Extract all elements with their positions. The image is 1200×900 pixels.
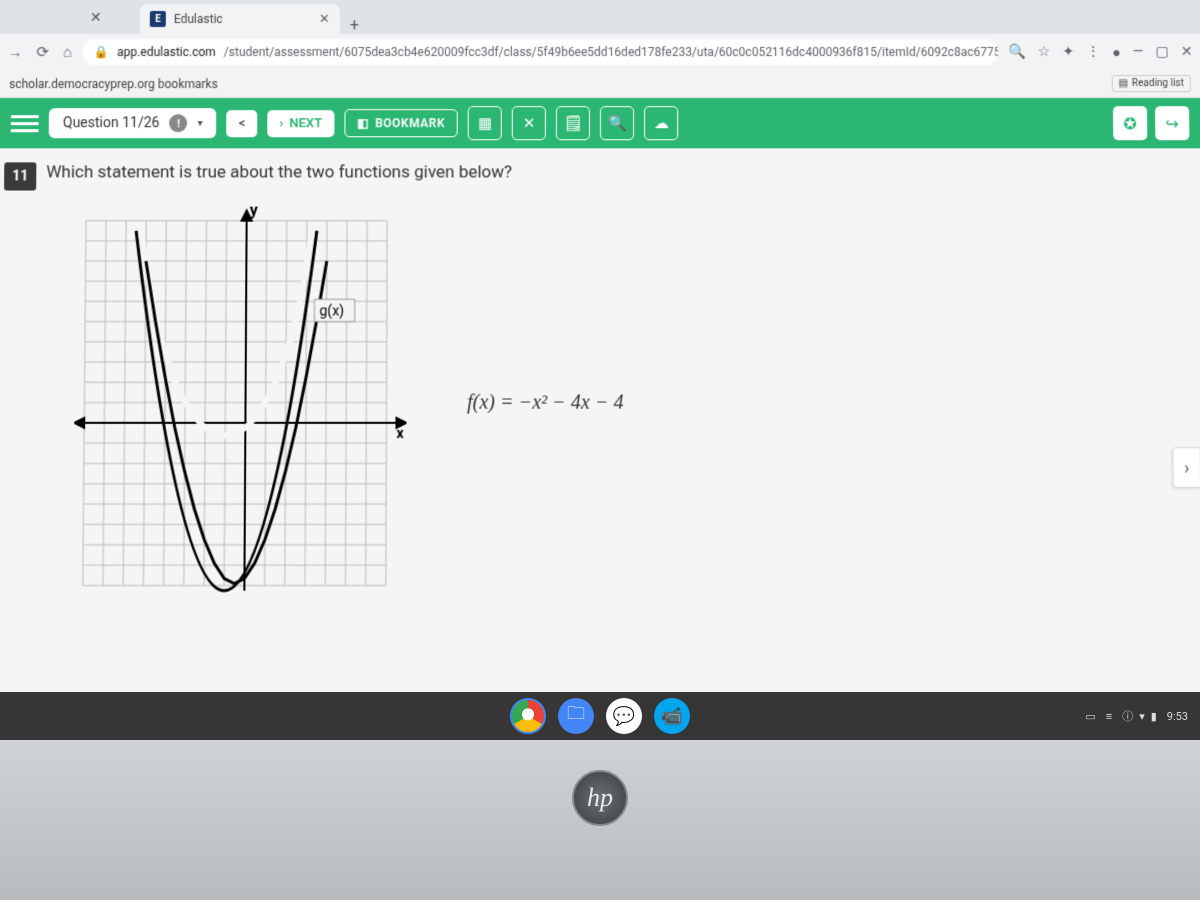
new-tab-button[interactable]: + xyxy=(340,15,369,34)
minimize-icon[interactable]: — xyxy=(1133,44,1144,60)
reload-icon[interactable]: ⟳ xyxy=(36,43,49,61)
profile-icon[interactable]: ● xyxy=(1112,44,1121,61)
close-tool-icon[interactable]: ✕ xyxy=(512,106,546,140)
reading-list-button[interactable]: ▤ Reading list xyxy=(1111,75,1191,92)
chevron-down-icon: ▾ xyxy=(198,118,203,129)
camera-app-icon[interactable]: 📹 xyxy=(654,698,690,734)
question-content: 11 Which statement is true about the two… xyxy=(0,148,1200,749)
keyboard-icon: ≡ xyxy=(1106,710,1112,723)
battery-icon: ▮ xyxy=(1151,710,1157,723)
list-icon: ▤ xyxy=(1118,78,1128,89)
browser-tab-active[interactable]: ✕ E Edulastic ✕ xyxy=(140,4,340,34)
close-window-icon[interactable]: ✕ xyxy=(1181,44,1193,60)
browser-tab-strip: ✕ E Edulastic ✕ + xyxy=(0,0,1200,34)
chevron-right-icon: › xyxy=(279,116,283,131)
reading-list-label: Reading list xyxy=(1132,78,1184,89)
chevron-right-icon: › xyxy=(1184,457,1190,478)
app-toolbar: Question 11/26 ! ▾ < › NEXT ◧ BOOKMARK ▦… xyxy=(0,98,1200,148)
menu-dots-icon[interactable]: ⋮ xyxy=(1086,44,1100,60)
lock-icon: 🔒 xyxy=(94,45,109,59)
maximize-icon[interactable]: ▢ xyxy=(1155,44,1168,60)
y-axis-label: y xyxy=(250,201,259,220)
star-icon[interactable]: ☆ xyxy=(1038,44,1051,60)
system-tray[interactable]: ▭ ≡ ⓘ ▾ ▮ 9:53 xyxy=(1085,708,1188,724)
url-path: /student/assessment/6075dea3cb4e620009fc… xyxy=(224,45,999,59)
menu-icon[interactable] xyxy=(11,109,39,137)
question-selector[interactable]: Question 11/26 ! ▾ xyxy=(49,108,217,138)
os-shelf: 🗀 💬 📹 ▭ ≡ ⓘ ▾ ▮ 9:53 xyxy=(0,692,1200,740)
zoom-icon[interactable]: 🔍 xyxy=(1008,44,1026,60)
home-icon[interactable]: ⌂ xyxy=(63,43,72,61)
calculator-icon[interactable]: 🗒 xyxy=(556,106,590,140)
bookmark-label: BOOKMARK xyxy=(375,116,445,130)
clock: 9:53 xyxy=(1167,710,1188,723)
address-bar: → ⟳ ⌂ 🔒 app.edulastic.com /student/asses… xyxy=(0,34,1200,70)
search-icon[interactable]: 🔍 xyxy=(600,106,634,140)
info-badge-icon: ! xyxy=(169,114,187,132)
question-label: Question 11/26 xyxy=(63,115,160,131)
graph-figure: y x g(x) xyxy=(72,201,407,606)
info-status-icon: ⓘ xyxy=(1122,708,1133,724)
bookmark-icon: ◧ xyxy=(357,116,369,130)
chevron-left-icon: < xyxy=(239,116,246,131)
url-input[interactable]: 🔒 app.edulastic.com /student/assessment/… xyxy=(82,39,998,65)
tab-favicon: E xyxy=(150,11,166,27)
next-label: NEXT xyxy=(289,116,322,131)
curve-label: g(x) xyxy=(319,303,344,319)
expand-panel-button[interactable]: › xyxy=(1172,447,1200,488)
extension-icon[interactable]: ✦ xyxy=(1062,44,1074,60)
wifi-icon: ▾ xyxy=(1139,710,1145,723)
close-icon[interactable]: ✕ xyxy=(90,10,102,26)
cloud-icon[interactable]: ☁ xyxy=(644,106,678,140)
bookmark-button[interactable]: ◧ BOOKMARK xyxy=(344,109,458,137)
bookmarks-bar: scholar.democracyprep.org bookmarks ▤ Re… xyxy=(0,70,1200,98)
forward-icon[interactable]: → xyxy=(7,43,22,61)
tab-close-icon[interactable]: ✕ xyxy=(319,11,330,26)
prev-button[interactable]: < xyxy=(227,110,258,137)
messages-app-icon[interactable]: 💬 xyxy=(606,698,642,734)
files-app-icon[interactable]: 🗀 xyxy=(558,698,594,734)
exit-icon[interactable]: ↪ xyxy=(1155,106,1189,140)
tab-title: Edulastic xyxy=(174,12,223,26)
question-text: Which statement is true about the two fu… xyxy=(46,162,1192,182)
formula-text: f(x) = −x² − 4x − 4 xyxy=(467,391,624,414)
chrome-app-icon[interactable] xyxy=(510,698,546,734)
hp-logo: hp xyxy=(572,770,628,826)
bookmark-folder[interactable]: scholar.democracyprep.org bookmarks xyxy=(9,77,218,91)
notification-icon: ▭ xyxy=(1085,710,1095,723)
accessibility-icon[interactable]: ✪ xyxy=(1113,106,1147,140)
grid-icon[interactable]: ▦ xyxy=(468,106,502,140)
question-number: 11 xyxy=(4,162,36,190)
laptop-chassis: hp xyxy=(0,740,1200,900)
next-button[interactable]: › NEXT xyxy=(267,110,334,137)
x-axis-label: x xyxy=(396,426,404,442)
url-host: app.edulastic.com xyxy=(117,45,216,59)
